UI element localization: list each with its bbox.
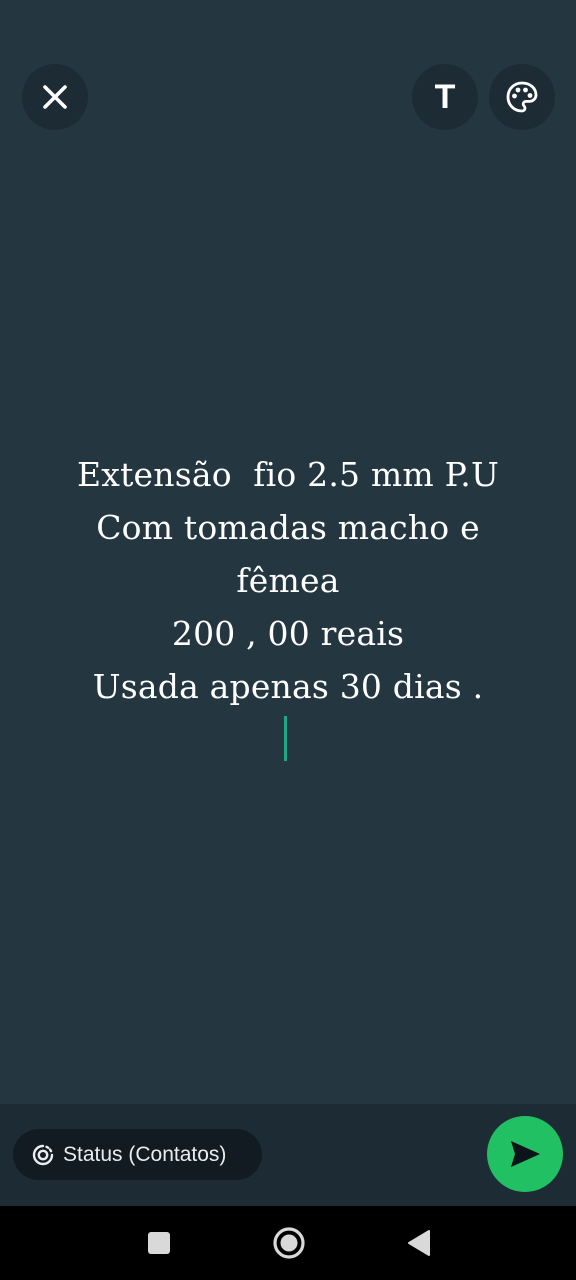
close-icon bbox=[43, 85, 67, 109]
text-style-button[interactable]: T bbox=[412, 64, 478, 130]
status-ring-icon bbox=[32, 1144, 54, 1166]
close-button[interactable] bbox=[22, 64, 88, 130]
back-button[interactable] bbox=[400, 1224, 438, 1262]
send-button[interactable] bbox=[487, 1116, 563, 1192]
status-text-line: Usada apenas 30 dias . bbox=[92, 667, 484, 706]
triangle-back-icon bbox=[408, 1230, 430, 1256]
text-caret bbox=[284, 716, 287, 761]
status-audience-button[interactable]: Status (Contatos) bbox=[13, 1129, 262, 1180]
status-audience-label: Status (Contatos) bbox=[63, 1142, 227, 1166]
square-icon bbox=[148, 1232, 170, 1254]
status-text-line: 200 , 00 reais bbox=[171, 614, 405, 653]
palette-icon bbox=[506, 81, 538, 113]
send-icon bbox=[511, 1141, 540, 1167]
status-text-line: fêmea bbox=[236, 561, 340, 600]
status-text-area[interactable]: Extensão fio 2.5 mm P.U Com tomadas mach… bbox=[30, 448, 546, 713]
home-button[interactable] bbox=[268, 1222, 310, 1264]
text-style-icon: T bbox=[434, 78, 456, 116]
recents-button[interactable] bbox=[140, 1224, 178, 1262]
status-text-line: Com tomadas macho e bbox=[96, 508, 480, 547]
status-text-line: Extensão fio 2.5 mm P.U bbox=[77, 455, 499, 494]
background-color-button[interactable] bbox=[489, 64, 555, 130]
circle-icon bbox=[273, 1227, 305, 1259]
